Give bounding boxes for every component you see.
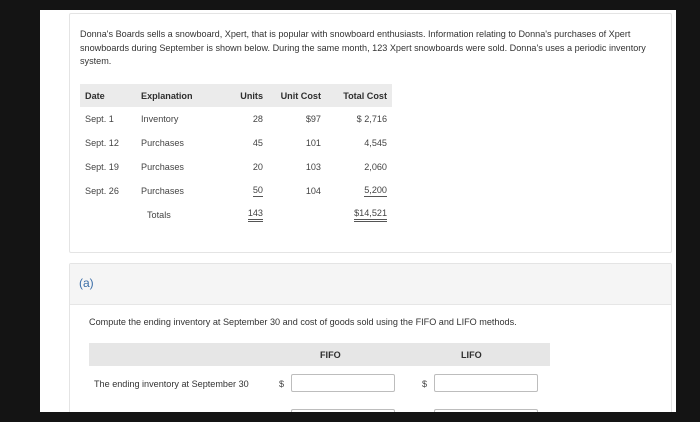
- table-row: Sept. 26 Purchases 50 104 5,200: [80, 179, 392, 203]
- lifo-cost-of-goods-sold-input[interactable]: [434, 409, 538, 412]
- totals-label: Totals: [147, 210, 171, 220]
- cell-date: Sept. 1: [85, 114, 114, 124]
- cell-total-cost: $ 2,716: [356, 114, 387, 124]
- part-a-card: (a) Compute the ending inventory at Sept…: [69, 263, 672, 412]
- column-header-date: Date: [80, 84, 141, 107]
- table-row: Sept. 12 Purchases 45 101 4,545: [80, 131, 392, 155]
- table-header-row: Date Explanation Units Unit Cost Total C…: [80, 84, 392, 107]
- column-header-unit-cost: Unit Cost: [263, 84, 321, 107]
- lifo-ending-inventory-input[interactable]: [434, 374, 538, 392]
- part-a-instructions: Compute the ending inventory at Septembe…: [89, 317, 517, 327]
- page: Donna's Boards sells a snowboard, Xpert,…: [40, 10, 676, 412]
- cell-explanation: Inventory: [141, 114, 179, 124]
- part-a-label: (a): [79, 276, 94, 290]
- cell-unit-cost: 101: [305, 138, 321, 148]
- cell-units: 50: [252, 185, 263, 197]
- cell-explanation: Purchases: [141, 186, 184, 196]
- column-header-total-cost: Total Cost: [321, 84, 392, 107]
- lifo-column-header: LIFO: [461, 350, 482, 360]
- cell-unit-cost: 104: [305, 186, 321, 196]
- fifo-column-header: FIFO: [320, 350, 341, 360]
- column-header-units: Units: [213, 84, 263, 107]
- inventory-table: Date Explanation Units Unit Cost Total C…: [80, 84, 392, 227]
- fifo-dollar-sign: $: [279, 379, 285, 389]
- cell-date: Sept. 19: [85, 162, 119, 172]
- cell-date: Sept. 12: [85, 138, 119, 148]
- part-a-header: (a): [70, 264, 671, 305]
- totals-total-cost: $14,521: [354, 208, 387, 222]
- cell-total-cost: 5,200: [364, 185, 387, 197]
- cell-unit-cost: 103: [305, 162, 321, 172]
- cell-total-cost: 4,545: [364, 138, 387, 148]
- cell-date: Sept. 26: [85, 186, 119, 196]
- fifo-cost-of-goods-sold-input[interactable]: [291, 409, 395, 412]
- cell-units: 45: [252, 138, 263, 148]
- cell-unit-cost: $97: [305, 114, 321, 124]
- totals-units: 143: [247, 208, 263, 222]
- totals-row: Totals 143 $14,521: [80, 203, 392, 227]
- cell-explanation: Purchases: [141, 162, 184, 172]
- lifo-dollar-sign: $: [422, 379, 428, 389]
- cell-explanation: Purchases: [141, 138, 184, 148]
- problem-card: Donna's Boards sells a snowboard, Xpert,…: [69, 13, 672, 253]
- ending-inventory-label: The ending inventory at September 30: [94, 379, 249, 389]
- method-header-row: FIFO LIFO: [89, 343, 550, 366]
- cell-units: 28: [252, 114, 263, 124]
- cell-total-cost: 2,060: [364, 162, 387, 172]
- problem-intro: Donna's Boards sells a snowboard, Xpert,…: [80, 29, 646, 66]
- column-header-explanation: Explanation: [141, 84, 213, 107]
- table-row: Sept. 1 Inventory 28 $97 $ 2,716: [80, 107, 392, 131]
- cell-units: 20: [252, 162, 263, 172]
- fifo-ending-inventory-input[interactable]: [291, 374, 395, 392]
- table-row: Sept. 19 Purchases 20 103 2,060: [80, 155, 392, 179]
